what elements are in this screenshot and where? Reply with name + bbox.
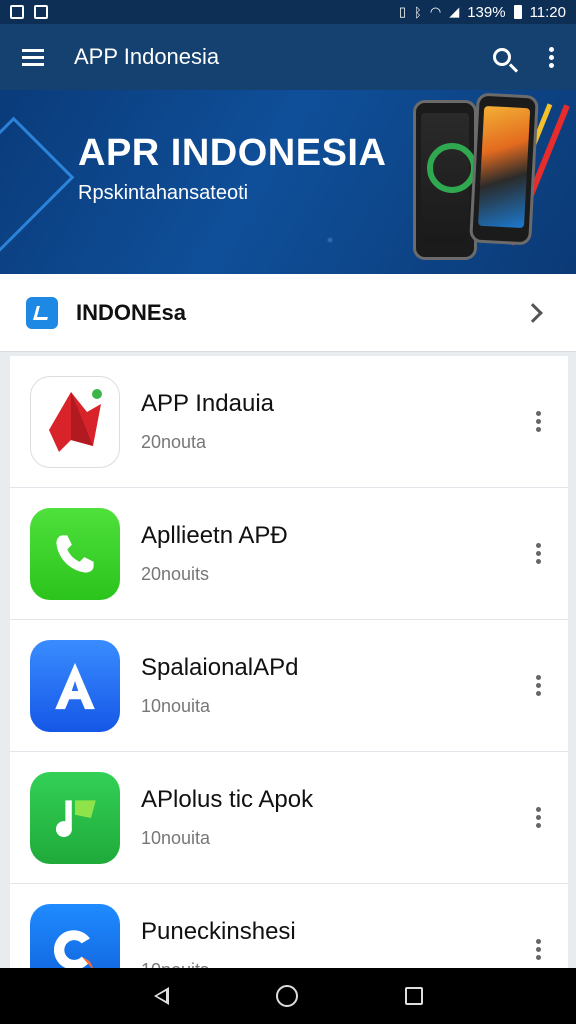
- item-more-icon[interactable]: [524, 798, 552, 838]
- section-logo-icon: [26, 296, 58, 329]
- back-icon[interactable]: [153, 987, 169, 1005]
- list-item[interactable]: Apllieetn APÐ 20nouits: [10, 488, 568, 620]
- item-more-icon[interactable]: [524, 534, 552, 574]
- item-more-icon[interactable]: [524, 666, 552, 706]
- app-list: APP Indauia 20nouta Apllieetn APÐ 20noui…: [10, 356, 568, 970]
- vibrate-icon: ▯: [398, 4, 407, 19]
- list-item[interactable]: APlolus tic Apok 10nouita: [10, 752, 568, 884]
- screen: ▯ ᛒ ◠ ◢ 139% 11:20 APP Indonesia APR IND…: [0, 0, 576, 1024]
- app-name: Apllieetn APÐ: [141, 522, 288, 549]
- recent-apps-icon[interactable]: [404, 987, 423, 1005]
- app-subtitle: 20nouta: [141, 432, 207, 452]
- phone-app-icon: [30, 507, 120, 600]
- app-name: APlolus tic Apok: [141, 786, 314, 813]
- phone-illustration: [469, 92, 539, 246]
- status-bar: ▯ ᛒ ◠ ◢ 139% 11:20: [0, 0, 576, 24]
- section-title: INDONEsa: [76, 299, 187, 325]
- home-icon[interactable]: [275, 985, 298, 1007]
- item-more-icon[interactable]: [524, 402, 552, 442]
- app-name: Puneckinshesi: [141, 918, 296, 945]
- clock: 11:20: [529, 3, 566, 21]
- overflow-menu-icon[interactable]: [526, 24, 576, 90]
- promo-banner[interactable]: APR INDONESIA Rpskintahansateoti: [0, 90, 576, 274]
- bluetooth-icon: ᛒ: [414, 4, 422, 20]
- app-name: SpalaionalAPd: [141, 654, 299, 681]
- gallery-notification-icon: [10, 5, 24, 19]
- app-subtitle: 20nouits: [141, 564, 210, 584]
- red-arrow-app-icon: [30, 375, 120, 468]
- app-subtitle: 10nouita: [141, 828, 211, 848]
- battery-icon: [513, 5, 522, 19]
- item-more-icon[interactable]: [524, 930, 552, 970]
- search-icon[interactable]: [478, 24, 526, 90]
- banner-subtitle: Rpskintahansateoti: [78, 182, 249, 204]
- app-name: APP Indauia: [141, 390, 274, 417]
- battery-level: 139%: [467, 3, 506, 21]
- letter-a-app-icon: [30, 639, 120, 732]
- section-header[interactable]: INDONEsa: [0, 274, 576, 352]
- list-item[interactable]: APP Indauia 20nouta: [10, 356, 568, 488]
- app-subtitle: 10nouita: [141, 696, 211, 716]
- navigation-bar: [0, 968, 576, 1024]
- wifi-icon: ◠: [429, 4, 442, 19]
- letter-c-app-icon: [30, 903, 120, 970]
- list-item[interactable]: Puneckinshesi 10nouits: [10, 884, 568, 970]
- music-app-icon: [30, 771, 120, 864]
- app-title: APP Indonesia: [74, 44, 220, 69]
- banner-title: APR INDONESIA: [78, 132, 387, 174]
- signal-icon: ◢: [449, 4, 460, 19]
- list-item[interactable]: SpalaionalAPd 10nouita: [10, 620, 568, 752]
- chevron-right-icon[interactable]: [523, 302, 543, 323]
- hamburger-menu-icon[interactable]: [0, 24, 66, 90]
- app-bar: APP Indonesia: [0, 24, 576, 90]
- image-notification-icon: [34, 5, 48, 19]
- phone-illustration: [413, 100, 477, 260]
